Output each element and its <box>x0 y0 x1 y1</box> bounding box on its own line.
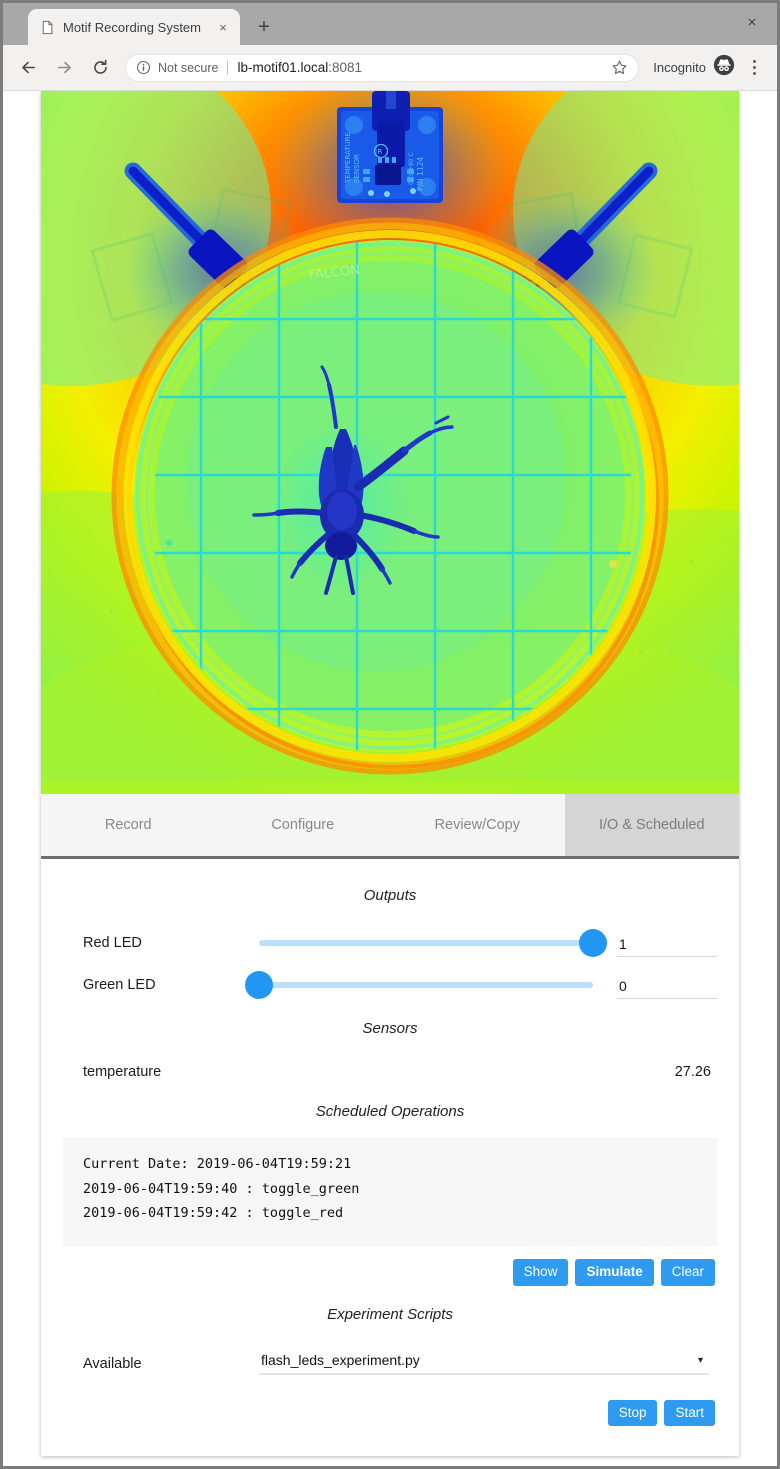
profile-label: Incognito <box>653 60 706 75</box>
three-dots-menu-icon[interactable] <box>741 55 767 81</box>
address-bar-url: lb-motif01.local:8081 <box>237 60 362 75</box>
slider-track <box>245 971 593 999</box>
thermal-image: TEMPERATURE SENSOR P/N 1124 0 To +80 C R <box>41 91 739 794</box>
forward-arrow-icon[interactable] <box>49 53 79 83</box>
page-footer: loopbio (motif documentation) <box>41 1456 739 1466</box>
output-label-green-led: Green LED <box>83 977 156 993</box>
close-window-button[interactable]: × <box>741 11 763 33</box>
scheduled-operations-log: Current Date: 2019-06-04T19:59:21 2019-0… <box>63 1138 717 1246</box>
tab-record[interactable]: Record <box>41 794 216 856</box>
address-bar[interactable]: Not secure lb-motif01.local:8081 <box>125 53 640 82</box>
show-button[interactable]: Show <box>512 1258 569 1286</box>
sensor-name: temperature <box>83 1064 162 1080</box>
tab-io-scheduled[interactable]: I/O & Scheduled <box>564 794 739 856</box>
outputs-section-title: Outputs <box>363 887 417 904</box>
app-card: TEMPERATURE SENSOR P/N 1124 0 To +80 C R <box>41 91 739 1457</box>
tab-review-copy[interactable]: Review/Copy <box>390 794 565 856</box>
output-row-green-led: Green LED 0 <box>63 964 717 1006</box>
security-status-label: Not secure <box>158 60 219 75</box>
io-scheduled-panel: Outputs Red LED 1 Green LED 0 Sensors te… <box>41 859 739 1456</box>
output-slider-green-led[interactable] <box>245 964 617 1006</box>
svg-text:TEMPERATURE: TEMPERATURE <box>344 132 352 184</box>
sensor-row-temperature: temperature 27.26 <box>63 1055 717 1089</box>
browser-toolbar: Not secure lb-motif01.local:8081 Incogni… <box>3 45 777 91</box>
stop-button[interactable]: Stop <box>607 1399 658 1427</box>
url-host: lb-motif01.local <box>237 60 329 75</box>
output-row-red-led: Red LED 1 <box>63 922 717 964</box>
star-icon[interactable] <box>611 59 628 76</box>
thermal-camera-live-view[interactable]: TEMPERATURE SENSOR P/N 1124 0 To +80 C R <box>41 91 739 794</box>
slider-thumb[interactable] <box>245 971 273 999</box>
info-circle-icon <box>136 60 152 76</box>
slider-track <box>259 929 607 957</box>
chevron-down-icon: ▾ <box>697 1354 703 1366</box>
start-button[interactable]: Start <box>664 1399 715 1427</box>
browser-tab[interactable]: Motif Recording System × <box>28 9 240 45</box>
close-tab-icon[interactable]: × <box>214 18 232 36</box>
script-available-label: Available <box>83 1355 142 1372</box>
incognito-hat-icon[interactable] <box>713 54 735 81</box>
sensor-value: 27.26 <box>674 1064 711 1080</box>
scripts-section-title: Experiment Scripts <box>327 1305 453 1323</box>
script-select-value: flash_leds_experiment.py <box>261 1352 420 1369</box>
browser-tab-strip: Motif Recording System × + × <box>3 3 777 45</box>
svg-text:SENSOR: SENSOR <box>353 154 361 183</box>
script-select-row: Available flash_leds_experiment.py ▾ <box>63 1341 717 1387</box>
page-viewport: TEMPERATURE SENSOR P/N 1124 0 To +80 C R <box>3 91 777 1466</box>
browser-window: Motif Recording System × + × Not secure … <box>0 0 780 1469</box>
scheduled-button-row: Show Simulate Clear <box>63 1258 717 1286</box>
log-line: 2019-06-04T19:59:42 : toggle_red <box>83 1205 344 1222</box>
script-button-row: Stop Start <box>63 1399 717 1427</box>
browser-tab-title: Motif Recording System <box>63 19 201 35</box>
new-tab-button[interactable]: + <box>250 13 278 41</box>
svg-text:P/N 1124: P/N 1124 <box>416 157 425 191</box>
tab-configure[interactable]: Configure <box>216 794 391 856</box>
slider-thumb[interactable] <box>579 929 607 957</box>
clear-button[interactable]: Clear <box>660 1258 715 1286</box>
scheduled-section-title: Scheduled Operations <box>315 1103 465 1120</box>
log-line: 2019-06-04T19:59:40 : toggle_green <box>83 1180 360 1197</box>
back-arrow-icon[interactable] <box>13 53 43 83</box>
log-line: Current Date: 2019-06-04T19:59:21 <box>83 1156 352 1172</box>
output-slider-red-led[interactable] <box>259 922 617 964</box>
app-tab-bar: Record Configure Review/Copy I/O & Sched… <box>41 794 739 859</box>
url-port: :8081 <box>328 60 363 75</box>
omnibox-divider <box>227 60 229 75</box>
simulate-button[interactable]: Simulate <box>575 1258 654 1286</box>
incognito-indicator: Incognito <box>653 54 735 81</box>
sensors-section-title: Sensors <box>362 1020 418 1037</box>
output-value-red-led[interactable]: 1 <box>617 936 717 957</box>
output-label-red-led: Red LED <box>83 935 142 951</box>
script-select[interactable]: flash_leds_experiment.py ▾ <box>259 1352 709 1376</box>
reload-icon[interactable] <box>85 53 115 83</box>
output-value-green-led[interactable]: 0 <box>617 978 717 999</box>
document-icon <box>40 20 55 35</box>
svg-text:R: R <box>378 148 383 156</box>
